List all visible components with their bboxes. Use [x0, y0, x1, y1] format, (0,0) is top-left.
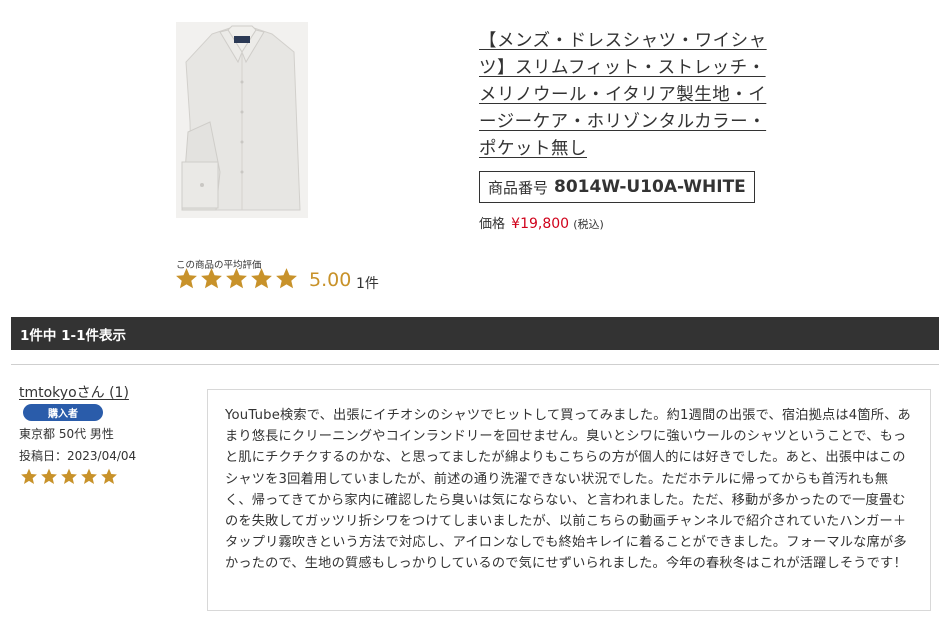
star-icon — [41, 468, 57, 484]
divider — [11, 364, 939, 365]
buyer-badge: 購入者 — [23, 404, 103, 421]
review-text: YouTube検索で、出張にイチオシのシャツでヒットして買ってみました。約1週間… — [225, 408, 911, 572]
product-title[interactable]: 【メンズ・ドレスシャツ・ワイシャツ】スリムフィット・ストレッチ・メリノウール・イ… — [479, 28, 779, 163]
average-rating-score: 5.00 — [309, 269, 352, 291]
shirt-image — [181, 25, 301, 211]
review-count: 1件 — [356, 276, 379, 292]
average-rating-stars — [174, 266, 299, 291]
price-label: 価格 — [479, 217, 506, 232]
reviewer-name-link[interactable]: tmtokyoさん (1) — [19, 382, 129, 402]
review-stars — [19, 467, 119, 486]
star-icon — [251, 268, 272, 289]
star-icon — [81, 468, 97, 484]
review-date: 投稿日：2023/04/04 — [19, 449, 137, 463]
star-icon — [226, 268, 247, 289]
star-icon — [21, 468, 37, 484]
star-icon — [201, 268, 222, 289]
star-icon — [176, 268, 197, 289]
results-count-text: 1件中 1-1件表示 — [20, 327, 126, 344]
product-code-label: 商品番号 — [488, 178, 549, 197]
product-image[interactable] — [176, 22, 308, 218]
price-value: ¥19,800 — [511, 216, 570, 232]
star-icon — [101, 468, 117, 484]
star-icon — [61, 468, 77, 484]
star-icon — [276, 268, 297, 289]
price-row: 価格 ¥19,800 (税込) — [479, 213, 604, 232]
price-tax-note: (税込) — [573, 218, 604, 231]
product-code-box: 商品番号 8014W-U10A-WHITE — [479, 171, 755, 203]
reviewer-info: 東京都 50代 男性 — [19, 427, 114, 441]
results-count-bar: 1件中 1-1件表示 — [11, 317, 939, 350]
review-body-box: YouTube検索で、出張にイチオシのシャツでヒットして買ってみました。約1週間… — [207, 389, 931, 611]
product-code: 8014W-U10A-WHITE — [554, 177, 746, 197]
